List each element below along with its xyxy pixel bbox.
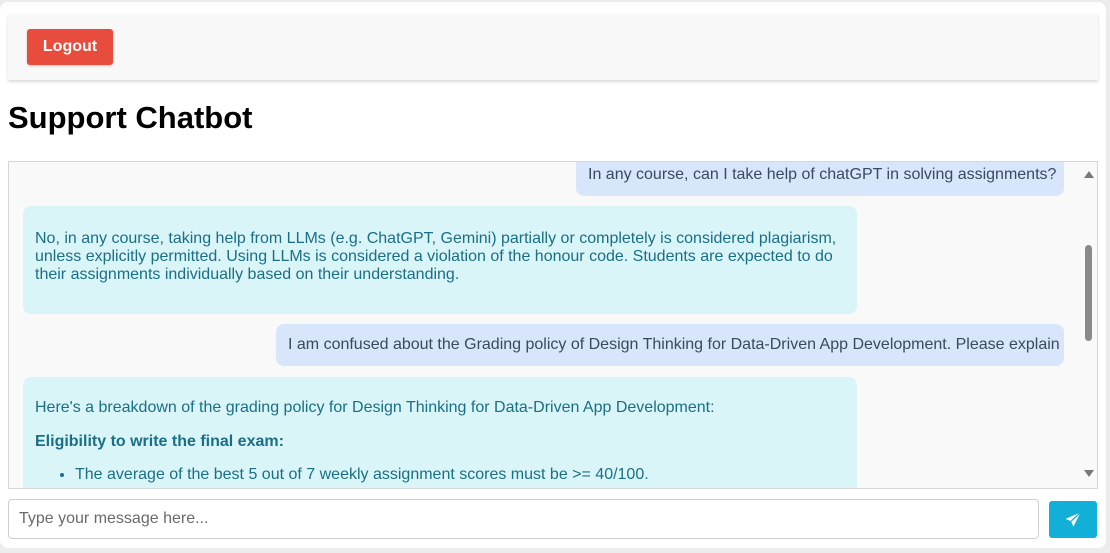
scrollbar-thumb[interactable] xyxy=(1085,245,1092,341)
user-message: In any course, can I take help of chatGP… xyxy=(576,162,1064,196)
chat-scrollbar[interactable] xyxy=(1080,162,1097,488)
paper-plane-icon xyxy=(1065,511,1081,527)
bot-message-heading: Eligibility to write the final exam: xyxy=(35,433,284,450)
bot-message: No, in any course, taking help from LLMs… xyxy=(23,206,857,314)
page-title: Support Chatbot xyxy=(8,100,253,135)
bot-message-intro: Here's a breakdown of the grading policy… xyxy=(35,399,715,416)
logout-button[interactable]: Logout xyxy=(27,29,113,65)
list-item: The average of the best 5 out of 7 weekl… xyxy=(75,466,845,484)
bot-message: Here's a breakdown of the grading policy… xyxy=(23,377,857,488)
top-bar: Logout xyxy=(8,14,1098,80)
message-input[interactable] xyxy=(8,499,1039,539)
bot-message-list: The average of the best 5 out of 7 weekl… xyxy=(35,466,845,484)
user-message: I am confused about the Grading policy o… xyxy=(276,324,1064,366)
send-button[interactable] xyxy=(1049,501,1097,538)
scroll-up-arrow-icon[interactable] xyxy=(1084,171,1094,178)
app-frame: Logout Support Chatbot In any course, ca… xyxy=(0,2,1106,548)
chat-window[interactable]: In any course, can I take help of chatGP… xyxy=(8,161,1098,489)
scroll-down-arrow-icon[interactable] xyxy=(1084,470,1094,477)
